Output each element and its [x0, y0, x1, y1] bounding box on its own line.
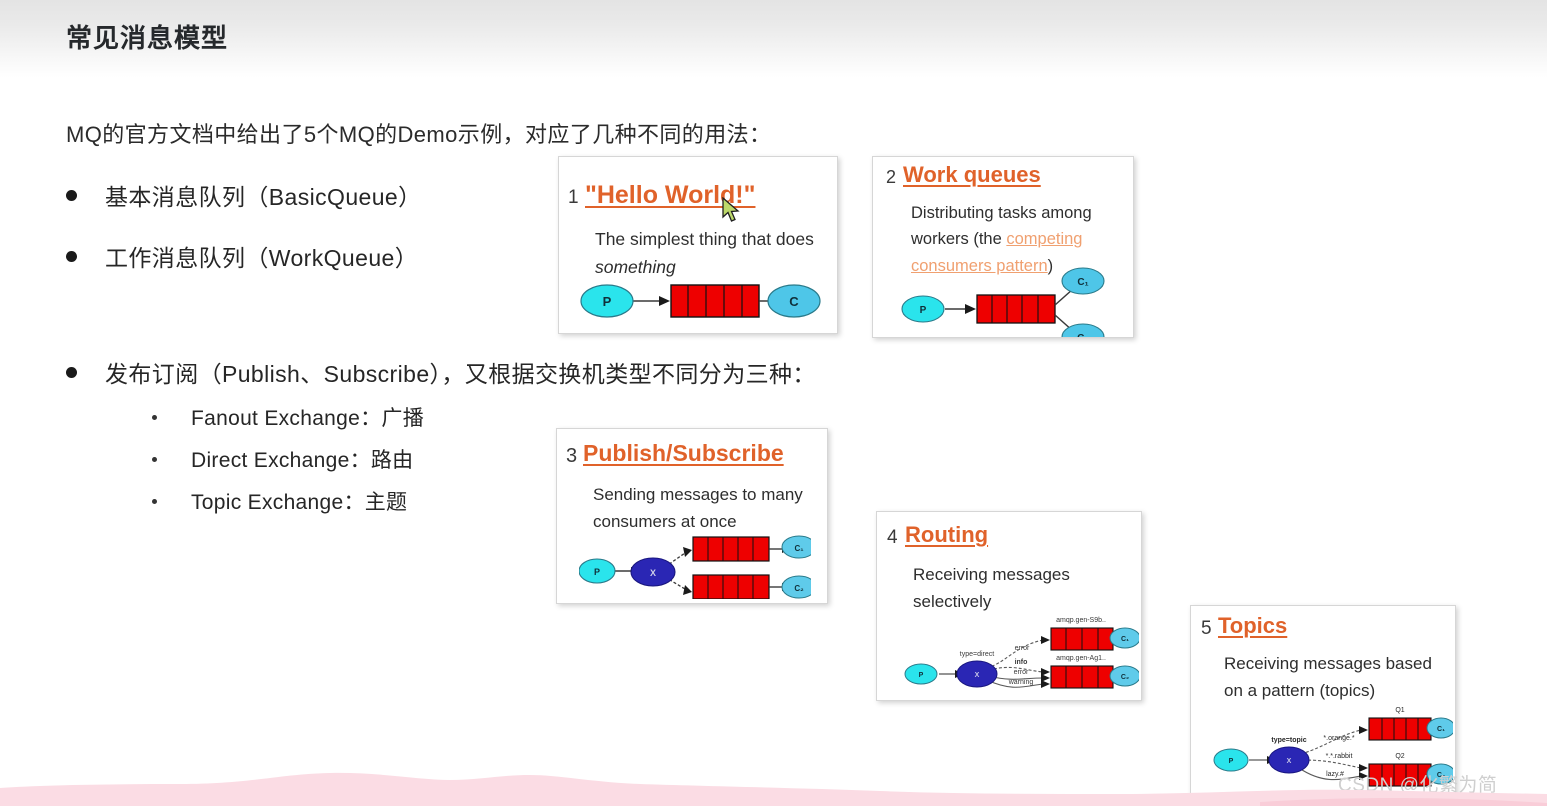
bullet-label: 发布订阅（Publish、Subscribe），又根据交换机类型不同分为三种：	[105, 361, 816, 387]
svg-text:C₂: C₂	[1077, 333, 1089, 338]
intro-paragraph: MQ的官方文档中给出了5个MQ的Demo示例，对应了几种不同的用法：	[66, 122, 772, 147]
card-heading-link[interactable]: Work queues	[903, 162, 1041, 188]
svg-text:error: error	[1014, 669, 1029, 676]
svg-text:error: error	[1015, 645, 1030, 652]
svg-text:C₂: C₂	[794, 584, 804, 593]
desc-text-italic: something	[595, 257, 676, 277]
card-description: Sending messages to many consumers at on…	[593, 485, 803, 532]
card-heading-link[interactable]: Routing	[905, 522, 988, 548]
card-description: The simplest thing that does something	[595, 225, 835, 281]
svg-text:C₁: C₁	[794, 544, 804, 553]
page-title: 常见消息模型	[66, 23, 229, 53]
svg-text:*.orange.*: *.orange.*	[1323, 735, 1354, 742]
sub-bullet-dot-icon	[152, 498, 157, 504]
svg-text:warning: warning	[1008, 679, 1034, 686]
card-heading-link[interactable]: Topics	[1218, 613, 1287, 639]
svg-text:C₁: C₁	[1437, 726, 1445, 733]
card-number: 2	[886, 167, 897, 187]
svg-text:P: P	[603, 294, 612, 309]
sub-bullet-direct-exchange: Direct Exchange：路由	[152, 444, 413, 474]
svg-text:type=topic: type=topic	[1271, 737, 1306, 744]
svg-text:C: C	[789, 294, 799, 309]
card-description: Receiving messages based on a pattern (t…	[1224, 654, 1432, 701]
bullet-publish-subscribe: 发布订阅（Publish、Subscribe），又根据交换机类型不同分为三种：	[66, 355, 816, 389]
diagram-simple-queue: P C	[580, 284, 821, 318]
bullet-dot-icon	[66, 189, 77, 201]
bullet-label: 基本消息队列（BasicQueue）	[105, 184, 422, 210]
sub-bullet-dot-icon	[152, 414, 157, 420]
bullet-work-queue: 工作消息队列（WorkQueue）	[66, 239, 418, 273]
diagram-work-queue: P C₁ C₂	[901, 267, 1105, 338]
svg-text:P: P	[594, 567, 600, 577]
bullet-label: 工作消息队列（WorkQueue）	[105, 245, 419, 271]
bullet-dot-icon	[66, 250, 77, 262]
svg-text:*.*.rabbit: *.*.rabbit	[1326, 753, 1353, 760]
svg-text:P: P	[1229, 758, 1234, 765]
svg-text:P: P	[919, 672, 924, 679]
card-number: 1	[568, 187, 579, 208]
slide-canvas: 常见消息模型 MQ的官方文档中给出了5个MQ的Demo示例，对应了几种不同的用法…	[0, 0, 1547, 806]
tutorial-card-topics[interactable]: 5 Topics Receiving messages based on a p…	[1190, 605, 1456, 795]
svg-text:X: X	[650, 568, 656, 578]
svg-text:C₁: C₁	[1121, 636, 1129, 643]
tutorial-card-routing[interactable]: 4 Routing Receiving messages selectively	[876, 511, 1142, 701]
card-number: 3	[566, 445, 578, 467]
svg-text:P: P	[920, 305, 927, 316]
svg-text:info: info	[1015, 659, 1028, 666]
svg-text:type=direct: type=direct	[960, 651, 994, 658]
tutorial-card-work-queues[interactable]: 2 Work queues Distributing tasks among w…	[872, 156, 1134, 338]
svg-text:Q1: Q1	[1395, 707, 1404, 714]
sub-bullet-label: Fanout Exchange：广播	[191, 407, 425, 430]
card-number: 4	[887, 527, 898, 548]
svg-text:X: X	[975, 672, 980, 679]
slide-header-bar	[0, 0, 1547, 78]
svg-text:amqp.gen-S9b..: amqp.gen-S9b..	[1056, 617, 1106, 624]
sub-bullet-fanout-exchange: Fanout Exchange：广播	[152, 402, 424, 432]
sub-bullet-label: Direct Exchange：路由	[191, 449, 414, 472]
svg-text:Q2: Q2	[1395, 753, 1404, 760]
svg-text:amqp.gen-Ag1..: amqp.gen-Ag1..	[1056, 655, 1106, 662]
desc-text: The simplest thing that does	[595, 229, 814, 249]
diagram-fanout: P X C₁ C₂	[579, 535, 811, 599]
sub-bullet-topic-exchange: Topic Exchange：主题	[152, 486, 407, 516]
svg-text:C₂: C₂	[1121, 674, 1129, 681]
sub-bullet-label: Topic Exchange：主题	[191, 491, 408, 514]
svg-text:X: X	[1287, 758, 1292, 765]
watermark-text: CSDN @化繁为简	[1338, 775, 1498, 796]
tutorial-card-publish-subscribe[interactable]: 3 Publish/Subscribe Sending messages to …	[556, 428, 828, 604]
card-heading-link[interactable]: "Hello World!"	[585, 181, 755, 210]
bullet-dot-icon	[66, 366, 77, 378]
card-heading-link[interactable]: Publish/Subscribe	[583, 440, 784, 467]
svg-text:C₁: C₁	[1077, 277, 1088, 288]
diagram-direct-routing: P X C₁ C₂ type=direct error info error w…	[904, 617, 1139, 689]
card-number: 5	[1201, 618, 1212, 639]
sub-bullet-dot-icon	[152, 456, 157, 462]
bullet-basic-queue: 基本消息队列（BasicQueue）	[66, 178, 422, 212]
tutorial-card-hello-world[interactable]: 1 "Hello World!" The simplest thing that…	[558, 156, 838, 334]
